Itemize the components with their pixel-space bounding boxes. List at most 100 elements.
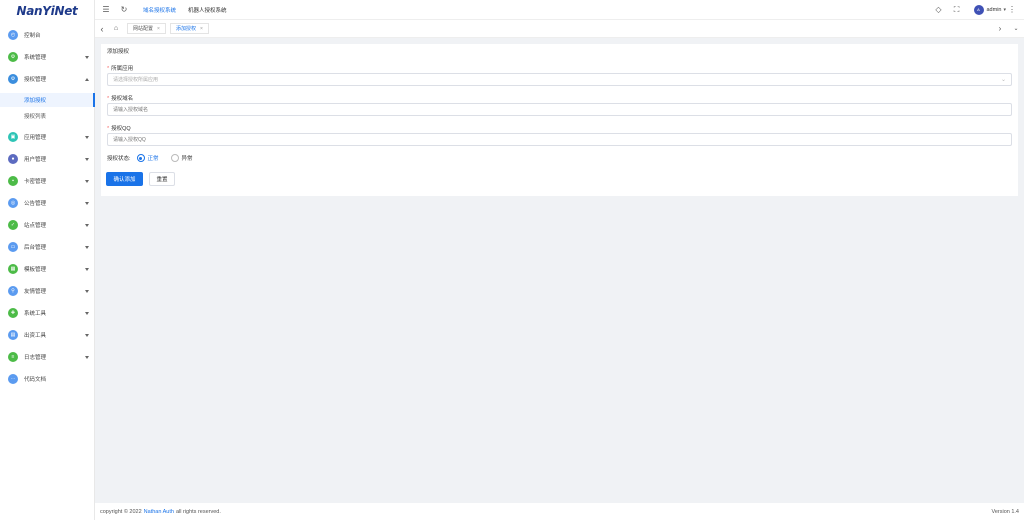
sidebar-item-announcements[interactable]: ◎ 公告管理 [0, 195, 95, 211]
sidebar-subitem-add-license[interactable]: 添加授权 [0, 93, 95, 107]
close-icon[interactable]: × [157, 26, 160, 32]
app-icon: ▣ [8, 132, 18, 142]
nav-domain-license[interactable]: 域名授权系统 [143, 0, 176, 20]
required-mark: * [107, 66, 110, 72]
sidebar-item-apps[interactable]: ▣ 应用管理 [0, 129, 95, 145]
required-mark: * [107, 126, 110, 132]
tab-add-license[interactable]: 添加授权 × [169, 23, 209, 34]
sidebar-item-links[interactable]: ⚲ 友情管理 [0, 283, 95, 299]
sidebar-item-templates[interactable]: ▦ 模板管理 [0, 261, 95, 277]
chevron-down-icon [85, 223, 89, 227]
sidebar-subitem-license-list[interactable]: 授权列表 [0, 109, 95, 123]
sidebar-item-system[interactable]: ⚙ 系统管理 [0, 49, 95, 65]
chevron-right-icon[interactable]: › [992, 24, 1008, 33]
sidebar-item-system-tools[interactable]: ✚ 系统工具 [0, 305, 95, 321]
nav-robot-license[interactable]: 机器人授权系统 [188, 0, 227, 20]
tab-site-config[interactable]: 网站配置 × [127, 23, 166, 34]
chevron-down-icon [85, 355, 89, 359]
sidebar-item-label: 友情管理 [24, 289, 47, 295]
sidebar-item-sites[interactable]: ✓ 站点管理 [0, 217, 95, 233]
form-title: 添加授权 [107, 49, 130, 55]
tools-icon: ✚ [8, 308, 18, 318]
radio-circle [170, 154, 179, 162]
log-icon: ≡ [8, 352, 18, 362]
tab-strip: ‹ ⌂ 网站配置 × 添加授权 × › ⌄ [95, 20, 1024, 38]
sidebar-item-label: 后台管理 [24, 245, 47, 251]
top-bar: ☰ ↻ 域名授权系统 机器人授权系统 ◇ ⛶ A admin ▾ ⋮ [95, 0, 1024, 20]
chevron-down-icon [85, 157, 89, 161]
sidebar-item-label: 用户管理 [24, 157, 47, 163]
sidebar-item-label: 代码文档 [24, 377, 47, 383]
sidebar-item-label: 系统管理 [24, 55, 47, 61]
chevron-down-icon [85, 55, 89, 59]
radio-circle [136, 154, 145, 162]
qq-input[interactable] [107, 133, 1012, 146]
tab-label: 网站配置 [133, 26, 154, 32]
sidebar-item-cards[interactable]: ▪ 卡密管理 [0, 173, 95, 189]
brand-link[interactable]: Nathan Auth [144, 509, 174, 515]
logo: NanYiNet [16, 4, 78, 18]
status-abnormal-radio[interactable]: 异常 [170, 154, 193, 162]
sidebar-item-docs[interactable]: ⋯ 代码文档 [0, 371, 95, 387]
chevron-left-icon[interactable]: ‹ [95, 19, 109, 39]
chevron-up-icon [85, 77, 89, 81]
sidebar-item-funding-tools[interactable]: ▤ 出资工具 [0, 327, 95, 343]
add-license-form: 添加授权 *所属应用 请选择授权所属应用 ⌄ *授权域名 *授权QQ 授权状态:… [101, 44, 1018, 196]
tab-strip-controls: › ⌄ [992, 24, 1024, 33]
chevron-down-icon [85, 179, 89, 183]
submit-button[interactable]: 确认添加 [106, 172, 143, 186]
sidebar-item-logs[interactable]: ≡ 日志管理 [0, 349, 95, 365]
dashboard-icon: ◴ [8, 30, 18, 40]
close-icon[interactable]: × [200, 26, 203, 32]
tab-label: 添加授权 [175, 26, 196, 32]
domain-field-label: * 授权域名 [107, 96, 134, 102]
sidebar-item-label: 日志管理 [24, 355, 47, 361]
license-icon: ⚙ [8, 74, 18, 84]
footer: copyright © 2022 Nathan Auth all rights … [95, 503, 1024, 520]
menu-toggle-icon[interactable]: ☰ [97, 0, 115, 20]
sidebar-item-dashboard[interactable]: ◴ 控制台 [0, 27, 95, 43]
avatar[interactable]: A [973, 4, 984, 15]
sidebar-item-license[interactable]: ⚙ 授权管理 [0, 71, 95, 87]
app-select-placeholder: 请选择授权所属应用 [113, 77, 159, 83]
tag-icon[interactable]: ◇ [930, 0, 948, 20]
more-icon[interactable]: ⋮ [1006, 0, 1018, 20]
home-icon[interactable]: ⌂ [109, 19, 123, 39]
sidebar: NanYiNet ◴ 控制台 ⚙ 系统管理 ⚙ 授权管理 添加授权 授权列表 ▣… [0, 0, 95, 520]
chevron-down-icon [85, 333, 89, 337]
sidebar-item-label: 卡密管理 [24, 179, 47, 185]
sidebar-item-label: 公告管理 [24, 201, 47, 207]
card-icon: ▪ [8, 176, 18, 186]
sidebar-item-backend[interactable]: ▭ 后台管理 [0, 239, 95, 255]
app-field-label: * 所属应用 [107, 66, 134, 72]
status-normal-radio[interactable]: 正常 [136, 154, 159, 162]
refresh-icon[interactable]: ↻ [115, 0, 133, 20]
chevron-down-icon[interactable]: ⌄ [1008, 25, 1024, 32]
chevron-down-icon: ⌄ [1000, 77, 1006, 83]
status-radio-group: 授权状态: 正常 异常 [107, 154, 193, 162]
docs-icon: ⋯ [8, 374, 18, 384]
backend-icon: ▭ [8, 242, 18, 252]
funding-icon: ▤ [8, 330, 18, 340]
fullscreen-icon[interactable]: ⛶ [948, 0, 966, 20]
user-name[interactable]: admin [987, 7, 1002, 13]
chevron-down-icon [85, 135, 89, 139]
sidebar-item-label: 应用管理 [24, 135, 47, 141]
status-label: 授权状态: [107, 156, 131, 162]
chevron-down-icon [85, 267, 89, 271]
settings-icon: ⚙ [8, 52, 18, 62]
version-text: Version 1.4 [991, 508, 1019, 515]
chevron-down-icon [85, 245, 89, 249]
required-mark: * [107, 96, 110, 102]
sidebar-item-label: 模板管理 [24, 267, 47, 273]
sidebar-item-users[interactable]: ● 用户管理 [0, 151, 95, 167]
reset-button[interactable]: 重置 [149, 172, 175, 186]
qq-field-label: * 授权QQ [107, 126, 131, 132]
chevron-down-icon [85, 289, 89, 293]
link-icon: ⚲ [8, 286, 18, 296]
sidebar-item-label: 站点管理 [24, 223, 47, 229]
app-select[interactable]: 请选择授权所属应用 ⌄ [107, 73, 1012, 86]
domain-input[interactable] [107, 103, 1012, 116]
user-icon: ● [8, 154, 18, 164]
sidebar-item-label: 授权管理 [24, 77, 47, 83]
